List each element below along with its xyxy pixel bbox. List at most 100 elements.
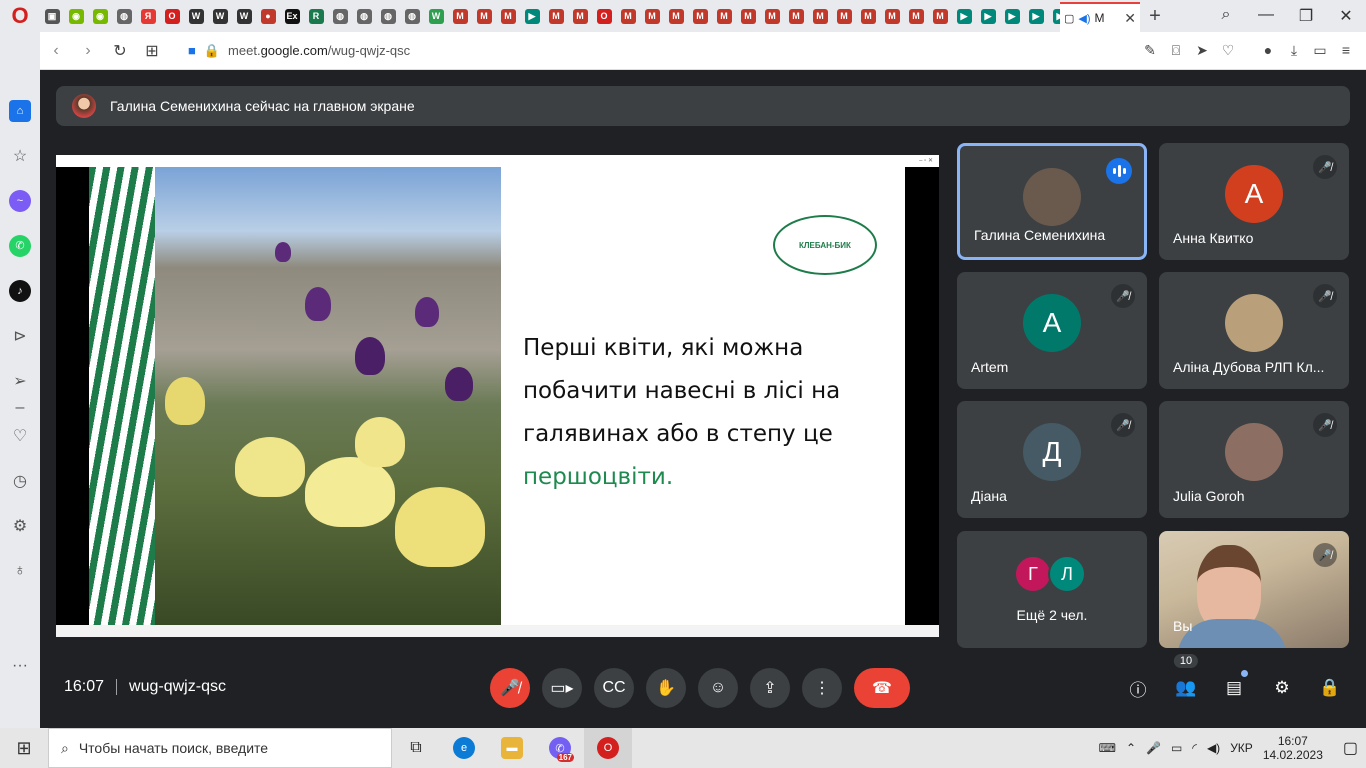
search-tabs-icon[interactable]: ⌕ (1206, 6, 1246, 26)
nvidia-icon[interactable]: ◉ (64, 4, 88, 28)
opera-taskbar-icon[interactable]: O (584, 728, 632, 768)
end-call-button[interactable]: ☎ (854, 668, 910, 708)
opera-menu-icon[interactable]: O (0, 0, 40, 32)
clock[interactable]: 16:07 14.02.2023 (1263, 734, 1323, 762)
battery-icon[interactable]: ▭ (1171, 741, 1182, 755)
send-icon[interactable]: ➢ (0, 358, 40, 403)
globe-icon[interactable]: ◍ (328, 4, 352, 28)
meet-icon[interactable]: ▶ (952, 4, 976, 28)
edge-icon[interactable]: e (440, 728, 488, 768)
heart-icon[interactable]: ♡ (1220, 42, 1236, 59)
taskbar-search[interactable]: ⌕ Чтобы начать поиск, введите (48, 728, 392, 768)
mail-icon[interactable]: M (664, 4, 688, 28)
profile-icon[interactable]: ● (1260, 42, 1276, 59)
share-icon[interactable]: ➤ (1194, 42, 1210, 59)
mail-icon[interactable]: M (568, 4, 592, 28)
url-field[interactable]: ■ 🔒 meet.google.com/wug-qwjz-qsc (188, 43, 410, 59)
keyboard-icon[interactable]: ⌨ (1099, 741, 1116, 755)
mail-icon[interactable]: M (808, 4, 832, 28)
tabs-grid-icon[interactable]: ⊞ (136, 41, 168, 61)
more-participants-tile[interactable]: Г Л Ещё 2 чел. (957, 531, 1147, 648)
wiki-green-icon[interactable]: W (424, 4, 448, 28)
opera-icon[interactable]: O (160, 4, 184, 28)
mail-icon[interactable]: M (544, 4, 568, 28)
mail-icon[interactable]: M (736, 4, 760, 28)
mail-icon[interactable]: M (448, 4, 472, 28)
new-tab-button[interactable]: + (1140, 5, 1170, 28)
mail-icon[interactable]: M (472, 4, 496, 28)
wiki-icon[interactable]: W (184, 4, 208, 28)
menu-icon[interactable]: ≡ (1338, 42, 1354, 59)
mic-off-button[interactable]: 🎤̸ (490, 668, 530, 708)
reactions-button[interactable]: ☺ (698, 668, 738, 708)
mail-icon[interactable]: M (880, 4, 904, 28)
meet-icon[interactable]: ▶ (1048, 4, 1060, 28)
notifications-icon[interactable]: ▢ (1343, 738, 1358, 758)
mail-icon[interactable]: M (496, 4, 520, 28)
ex-icon[interactable]: Ex (280, 4, 304, 28)
start-button[interactable]: ⊞ (0, 738, 48, 759)
close-window-button[interactable]: ✕ (1326, 6, 1366, 26)
tab-google-meet[interactable]: ▢ ◀) M ✕ (1060, 2, 1140, 32)
mail-icon[interactable]: M (712, 4, 736, 28)
participant-tile[interactable]: Д Діана 🎤̸ (957, 401, 1147, 518)
snapshot-icon[interactable]: ⌼ (1168, 42, 1184, 59)
back-icon[interactable]: ‹ (40, 42, 72, 60)
heart-icon[interactable]: ♡ (0, 413, 40, 458)
globe-icon[interactable]: ◍ (400, 4, 424, 28)
host-controls-button[interactable]: 🔒 (1310, 668, 1350, 708)
present-button[interactable]: ⇪ (750, 668, 790, 708)
whatsapp-icon[interactable]: ✆ (0, 223, 40, 268)
wiki-icon[interactable]: W (208, 4, 232, 28)
participant-tile[interactable]: A Artem 🎤̸ (957, 272, 1147, 389)
language-indicator[interactable]: УКР (1230, 741, 1253, 755)
yandex-icon[interactable]: Я (136, 4, 160, 28)
file-explorer-icon[interactable]: ▬ (488, 728, 536, 768)
wiki-icon[interactable]: W (232, 4, 256, 28)
forward-icon[interactable]: › (72, 42, 104, 60)
opera-icon[interactable]: O (592, 4, 616, 28)
people-button[interactable]: 👥 10 (1166, 654, 1206, 708)
player-icon[interactable]: ⊳ (0, 313, 40, 358)
more-options-button[interactable]: ⋮ (802, 668, 842, 708)
close-tab-icon[interactable]: ✕ (1124, 10, 1136, 27)
tips-icon[interactable]: ♁ (0, 548, 40, 593)
mail-icon[interactable]: M (904, 4, 928, 28)
restore-button[interactable]: ❐ (1286, 6, 1326, 26)
settings-icon[interactable]: ⚙ (0, 503, 40, 548)
globe-icon[interactable]: ◍ (112, 4, 136, 28)
mail-icon[interactable]: M (928, 4, 952, 28)
mail-icon[interactable]: M (760, 4, 784, 28)
presentation-screen[interactable]: – ▫ ✕ КЛЕБАН-БИК Перші квіти, які можна … (56, 155, 939, 637)
camera-button[interactable]: ▭▸ (542, 668, 582, 708)
mail-icon[interactable]: M (640, 4, 664, 28)
r-icon[interactable]: R (304, 4, 328, 28)
meet-icon[interactable]: ▶ (976, 4, 1000, 28)
meeting-details-button[interactable]: ⓘ (1118, 668, 1158, 708)
volume-icon[interactable]: ◀) (1207, 741, 1220, 755)
self-view-tile[interactable]: 🎤̸ Вы (1159, 531, 1349, 648)
participant-tile[interactable]: Галина Семенихина (957, 143, 1147, 260)
wifi-icon[interactable]: ◜ (1192, 741, 1197, 755)
chat-button[interactable]: ▤ (1214, 668, 1254, 708)
raise-hand-button[interactable]: ✋ (646, 668, 686, 708)
meet-icon[interactable]: ▶ (1000, 4, 1024, 28)
more-icon[interactable]: ··· (0, 643, 40, 688)
messenger-icon[interactable]: ~ (0, 178, 40, 223)
mail-icon[interactable]: M (616, 4, 640, 28)
participant-tile[interactable]: Julia Goroh 🎤̸ (1159, 401, 1349, 518)
tiktok-icon[interactable]: ♪ (0, 268, 40, 313)
globe-icon[interactable]: ◍ (352, 4, 376, 28)
mail-icon[interactable]: M (784, 4, 808, 28)
globe-icon[interactable]: ◍ (376, 4, 400, 28)
reload-icon[interactable]: ↻ (104, 41, 136, 61)
home-icon[interactable]: ⌂ (0, 88, 40, 133)
mail-icon[interactable]: M (688, 4, 712, 28)
history-icon[interactable]: ◷ (0, 458, 40, 503)
nvidia-icon[interactable]: ◉ (88, 4, 112, 28)
activities-button[interactable]: ⚙ (1262, 668, 1302, 708)
download-icon[interactable]: ⤓ (1286, 42, 1302, 59)
participant-tile[interactable]: А Анна Квитко 🎤̸ (1159, 143, 1349, 260)
mail-icon[interactable]: M (856, 4, 880, 28)
cube-icon[interactable]: ▣ (40, 4, 64, 28)
